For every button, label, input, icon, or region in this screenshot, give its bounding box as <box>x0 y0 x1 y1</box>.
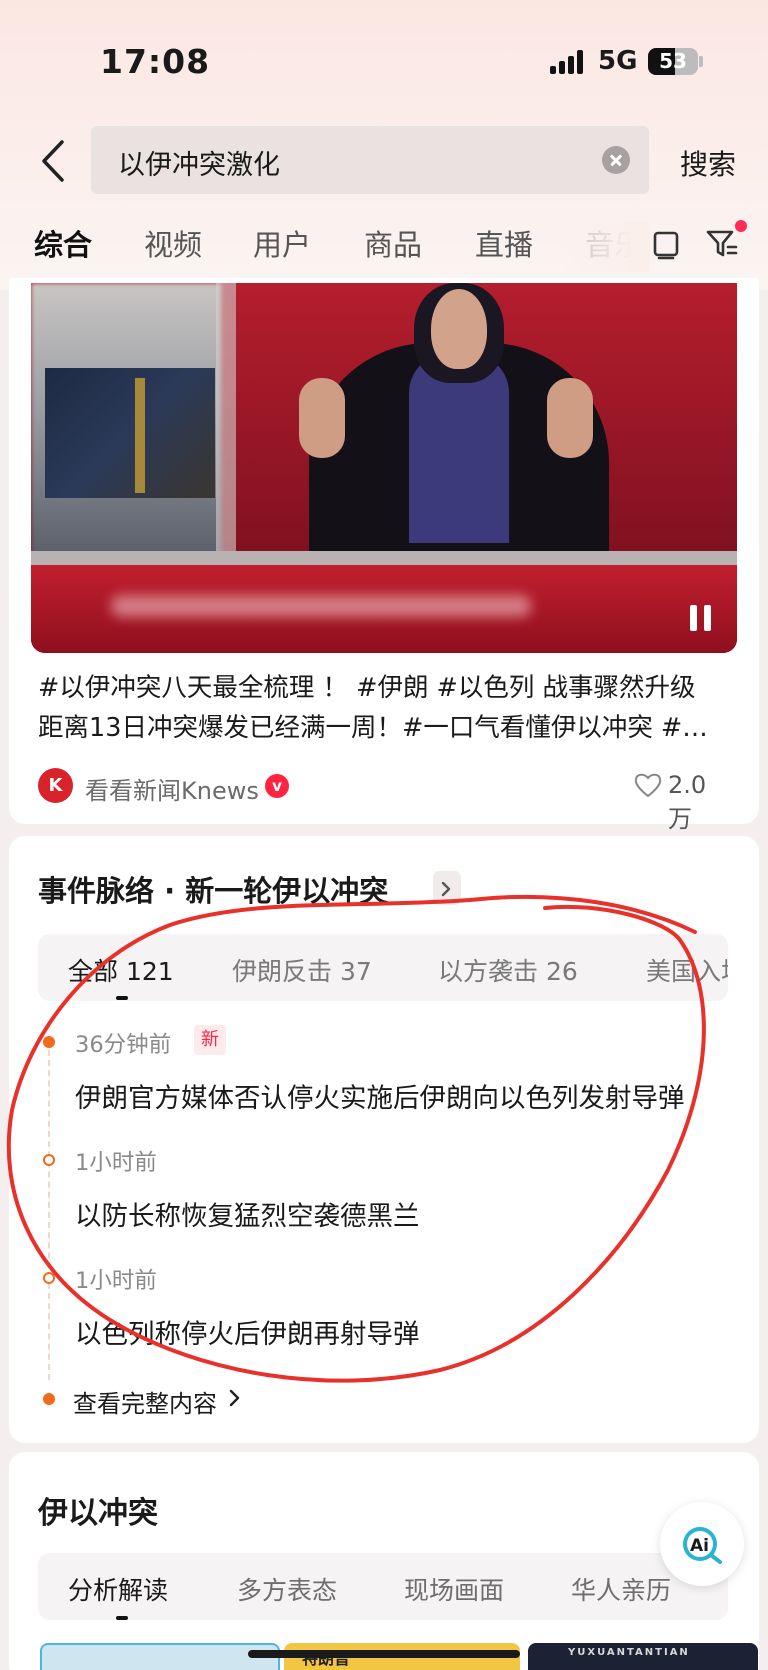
search-query-text: 以伊冲突激化 <box>118 150 280 181</box>
video-player[interactable] <box>31 283 737 653</box>
layout-toggle-icon[interactable] <box>653 228 679 260</box>
timeline-dot <box>43 1393 55 1405</box>
timeline-dot <box>43 1272 55 1284</box>
topic-tab-statements[interactable]: 多方表态 <box>237 1571 337 1607</box>
thumbnail-title: YUXUANTANTIAN <box>568 1647 690 1658</box>
caption-line-1: #以伊冲突八天最全梳理 ！ #伊朗 #以色列 战事骤然升级 <box>38 673 696 703</box>
topic-thumbnail[interactable]: YUXUANTANTIAN <box>528 1643 758 1670</box>
verified-badge-icon: v <box>265 774 289 798</box>
network-label: 5G <box>598 46 638 76</box>
topic-tab-chinese[interactable]: 华人亲历 <box>571 1571 671 1607</box>
home-indicator <box>248 1650 520 1658</box>
tab-live[interactable]: 直播 <box>475 222 533 264</box>
ai-label: Ai <box>690 1536 709 1556</box>
tab-users[interactable]: 用户 <box>253 222 311 264</box>
clear-search-icon[interactable] <box>602 146 630 174</box>
tab-comprehensive[interactable]: 综合 <box>34 222 92 264</box>
timeline-item-text[interactable]: 伊朗官方媒体否认停火实施后伊朗向以色列发射导弹 <box>75 1076 685 1115</box>
timeline-item-text[interactable]: 以色列称停火后伊朗再射导弹 <box>75 1312 420 1351</box>
timeline-time: 1小时前 <box>75 1150 157 1176</box>
signal-icon <box>550 48 590 74</box>
topic-tab-scene[interactable]: 现场画面 <box>404 1571 504 1607</box>
topic-tab-analysis[interactable]: 分析解读 <box>68 1571 168 1607</box>
tab-products[interactable]: 商品 <box>364 222 422 264</box>
timeline-tab-all[interactable]: 全部 121 <box>68 952 174 988</box>
timeline-dot <box>43 1154 55 1166</box>
timeline-more-button[interactable] <box>433 871 461 905</box>
ai-assistant-button[interactable]: Ai <box>660 1502 744 1586</box>
search-input[interactable]: 以伊冲突激化 <box>91 126 649 194</box>
tabs-fade-overlay <box>560 222 650 272</box>
topic-tabs: 分析解读 多方表态 现场画面 华人亲历 <box>38 1553 728 1620</box>
author-row: K 看看新闻Knews v 2.0万 <box>38 768 728 833</box>
author-name[interactable]: 看看新闻Knews <box>85 771 259 806</box>
filter-notification-dot <box>735 220 747 232</box>
author-avatar[interactable]: K <box>38 768 73 803</box>
status-bar: 17:08 5G 53 <box>0 0 768 120</box>
battery-level: 53 <box>659 49 687 73</box>
new-badge: 新 <box>194 1025 226 1055</box>
topic-thumbnail[interactable] <box>40 1643 280 1670</box>
chevron-right-icon <box>229 1389 240 1407</box>
filter-icon[interactable] <box>705 226 739 260</box>
battery-icon: 53 <box>648 48 698 75</box>
timeline-dot <box>43 1036 55 1048</box>
pause-icon[interactable] <box>690 605 712 631</box>
timeline-tab-iran[interactable]: 伊朗反击 37 <box>232 952 372 988</box>
ai-icon: Ai <box>683 1527 722 1564</box>
battery-tip <box>699 56 703 67</box>
caption-line-2: 距离13日冲突爆发已经满一周！#一口气看懂伊以冲突 #… <box>38 713 708 743</box>
timeline-time: 1小时前 <box>75 1268 157 1294</box>
timeline-filter-tabs: 全部 121 伊朗反击 37 以方袭击 26 美国入场 <box>38 934 728 1001</box>
search-tabs: 综合 视频 用户 商品 直播 音乐 <box>0 222 640 272</box>
topic-tab-indicator <box>116 1616 128 1620</box>
chevron-right-icon <box>441 881 451 897</box>
timeline-item-text[interactable]: 以防长称恢复猛烈空袭德黑兰 <box>75 1194 420 1233</box>
heart-icon[interactable] <box>634 772 662 798</box>
status-time: 17:08 <box>100 42 211 81</box>
search-button[interactable]: 搜索 <box>680 143 736 183</box>
timeline-tab-indicator <box>116 996 128 1000</box>
timeline-tab-usa[interactable]: 美国入场 <box>646 952 728 988</box>
timeline-title[interactable]: 事件脉络 · 新一轮伊以冲突 <box>38 868 388 910</box>
like-count: 2.0万 <box>668 771 707 833</box>
tab-video[interactable]: 视频 <box>144 222 202 264</box>
video-caption[interactable]: #以伊冲突八天最全梳理 ！ #伊朗 #以色列 战事骤然升级 距离13日冲突爆发已… <box>38 668 728 748</box>
topic-title[interactable]: 伊以冲突 <box>38 1488 158 1532</box>
view-full-content-link[interactable]: 查看完整内容 <box>73 1384 217 1419</box>
timeline-tab-israel[interactable]: 以方袭击 26 <box>438 952 578 988</box>
back-arrow-icon[interactable] <box>36 138 72 184</box>
timeline-card <box>9 836 759 1443</box>
video-presenter-image <box>299 283 619 553</box>
timeline-line <box>48 1050 50 1380</box>
timeline-time: 36分钟前 <box>75 1032 172 1058</box>
